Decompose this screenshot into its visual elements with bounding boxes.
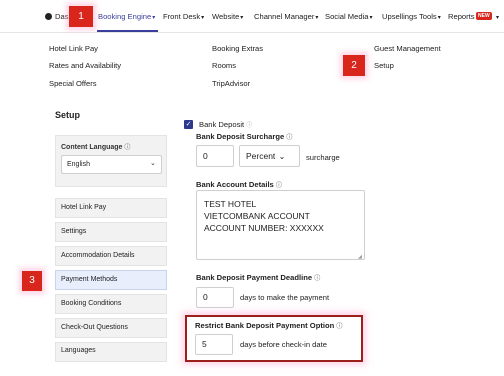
surcharge-suffix: surcharge [306, 153, 340, 162]
dashboard-icon[interactable] [45, 13, 52, 20]
nav-booking-engine-label: Booking Engine [98, 12, 152, 21]
sidebar-item-label: Settings [61, 228, 87, 235]
info-icon: ⓘ [336, 324, 343, 330]
active-nav-underline [97, 30, 158, 32]
account-details-label: Bank Account Details ⓘ [196, 180, 282, 189]
bank-deposit-label: Bank Deposit ⓘ [199, 120, 253, 129]
chevron-down-icon: ▾ [369, 15, 373, 21]
new-badge: NEW [476, 12, 492, 20]
sidebar-item-label: Booking Conditions [61, 300, 122, 307]
nav-channel-manager-label: Channel Manager [254, 12, 315, 21]
page-title: Setup [55, 110, 81, 120]
deadline-suffix: days to make the payment [240, 293, 330, 302]
chevron-down-icon: ⌄ [150, 160, 156, 167]
restrict-label: Restrict Bank Deposit Payment Option ⓘ [195, 321, 343, 330]
step-marker-1: 1 [69, 6, 93, 27]
account-details-textarea[interactable]: TEST HOTEL VIETCOMBANK ACCOUNT ACCOUNT N… [196, 190, 365, 260]
chevron-down-icon: ▾ [152, 15, 156, 21]
nav-booking-engine[interactable]: Booking Engine▾ [98, 12, 155, 21]
menu-rates-and-availability[interactable]: Rates and Availability [49, 61, 121, 70]
nav-upsellings-tools-label: Upsellings Tools [382, 12, 437, 21]
nav-upsellings-tools[interactable]: Upsellings Tools▾ [382, 12, 441, 21]
sidebar-item-label: Payment Methods [61, 276, 118, 283]
deadline-label: Bank Deposit Payment Deadline ⓘ [196, 273, 321, 282]
chevron-down-icon: ▾ [315, 15, 319, 21]
sidebar-item-label: Hotel Link Pay [61, 204, 107, 211]
menu-guest-management[interactable]: Guest Management [374, 44, 441, 53]
content-language-value: English [67, 161, 90, 168]
content-language-label: Content Language ⓘ [61, 144, 131, 151]
nav-front-desk-label: Front Desk [163, 12, 201, 21]
nav-website-label: Website [212, 12, 240, 21]
menu-special-offers[interactable]: Special Offers [49, 79, 97, 88]
sidebar-item-label: Languages [61, 347, 96, 354]
surcharge-input[interactable]: 0 [196, 145, 234, 167]
nav-website[interactable]: Website▾ [212, 12, 243, 21]
bank-deposit-checkbox[interactable]: ✓ [184, 120, 193, 129]
account-line: ACCOUNT NUMBER: XXXXXX [204, 223, 324, 233]
restrict-input[interactable]: 5 [195, 334, 233, 355]
menu-setup[interactable]: Setup [374, 61, 394, 70]
sidebar-item-label: Check-Out Questions [61, 324, 128, 331]
info-icon: ⓘ [124, 145, 131, 151]
info-icon: ⓘ [286, 135, 293, 141]
menu-tripadvisor[interactable]: TripAdvisor [212, 79, 250, 88]
info-icon: ⓘ [246, 123, 253, 129]
info-icon: ⓘ [314, 276, 321, 282]
account-line: VIETCOMBANK ACCOUNT [204, 211, 310, 221]
account-line: TEST HOTEL [204, 199, 257, 209]
nav-front-desk[interactable]: Front Desk▾ [163, 12, 204, 21]
deadline-input[interactable]: 0 [196, 287, 234, 308]
sidebar-item-label: Accommodation Details [61, 252, 135, 259]
info-icon: ⓘ [275, 183, 282, 189]
nav-social-media[interactable]: Social Media▾ [325, 12, 373, 21]
menu-booking-extras[interactable]: Booking Extras [212, 44, 263, 53]
resize-handle-icon[interactable]: ◢ [358, 254, 362, 260]
menu-rooms[interactable]: Rooms [212, 61, 236, 70]
surcharge-label: Bank Deposit Surcharge ⓘ [196, 132, 293, 141]
chevron-down-icon: ▾ [201, 15, 205, 21]
menu-hotel-link-pay[interactable]: Hotel Link Pay [49, 44, 98, 53]
chevron-down-icon: ▾ [437, 15, 441, 21]
surcharge-unit-value: Percent [246, 151, 276, 161]
chevron-down-icon: ▾ [240, 15, 244, 21]
chevron-down-icon: ⌄ [278, 152, 286, 161]
chevron-down-icon[interactable]: ▾ [495, 12, 499, 21]
step-marker-3: 3 [22, 271, 42, 291]
nav-social-media-label: Social Media [325, 12, 369, 21]
surcharge-unit-select[interactable]: Percent ⌄ [239, 145, 300, 167]
step-marker-2: 2 [343, 55, 365, 76]
restrict-suffix: days before check-in date [240, 340, 327, 349]
nav-channel-manager[interactable]: Channel Manager▾ [254, 12, 318, 21]
nav-reports[interactable]: Reports [448, 12, 475, 21]
